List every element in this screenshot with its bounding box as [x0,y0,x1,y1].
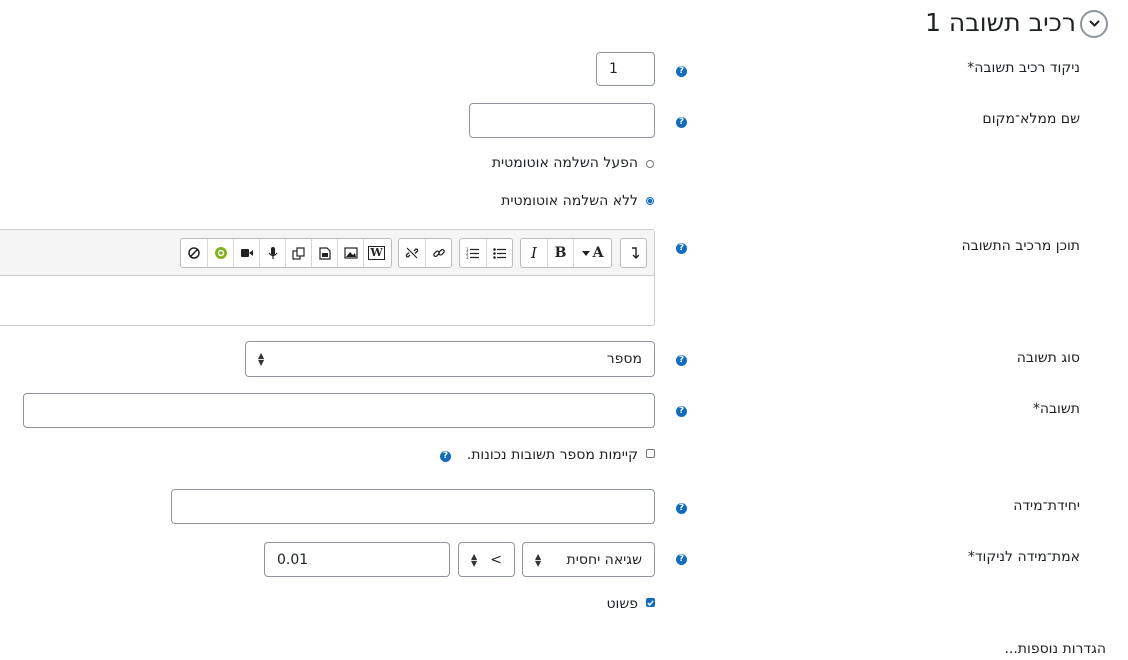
media-button[interactable] [311,239,337,267]
ordered-list-button[interactable]: 123 [460,239,486,267]
simple-checkbox[interactable] [646,598,655,607]
media-icon [318,246,331,260]
autocomplete-off-radio[interactable] [646,197,654,205]
bold-icon: B [554,245,567,261]
svg-text:3: 3 [466,255,469,259]
help-icon[interactable]: ? [440,451,451,462]
image-icon [343,247,358,259]
record-audio-button[interactable] [259,239,285,267]
caret-down-icon [581,250,590,256]
select-arrows-icon: ▲ ▼ [258,351,265,367]
section-title: רכיב תשובה 1 [925,8,1076,37]
answer-type-value: מספר [606,351,642,367]
font-style-button[interactable]: A [573,239,611,267]
record-video-icon [240,249,253,257]
autocomplete-on-label: הפעל השלמה אוטומטית [491,155,638,171]
select-arrows-icon: ▲ ▼ [535,551,542,568]
unlink-icon [405,247,419,259]
comparator-select[interactable]: < ▲ ▼ [458,542,515,577]
word-import-button[interactable]: W [363,239,389,267]
toolbar-group-links [398,238,452,268]
select-arrows-icon: ▲ ▼ [471,551,478,568]
ordered-list-icon: 123 [466,247,479,259]
more-settings-link[interactable]: הגדרות נוספות... [1004,641,1106,657]
error-type-value: שגיאה יחסית [566,551,642,568]
checkmark-icon [647,599,654,606]
font-style-icon: A [592,245,604,261]
placeholder-name-input[interactable] [469,103,655,138]
toolbar-group-lists: 123 [459,238,513,268]
grading-measure-label: אמת־מידה לניקוד* [967,549,1080,565]
tolerance-input[interactable] [264,542,450,577]
h5p-button[interactable] [207,239,233,267]
toolbar-group-format: I B A [520,238,612,268]
help-icon[interactable]: ? [676,243,687,254]
unordered-list-icon [492,248,506,259]
unlink-button[interactable] [399,239,425,267]
content-label: תוכן מרכיב התשובה [961,238,1081,254]
record-video-button[interactable] [233,239,259,267]
error-type-select[interactable]: שגיאה יחסית ▲ ▼ [522,542,655,577]
help-icon[interactable]: ? [676,355,687,366]
help-icon[interactable]: ? [676,66,687,77]
autocomplete-off-label: ללא השלמה אוטומטית [501,193,638,209]
editor-content-area[interactable] [0,276,654,325]
answer-input[interactable] [23,393,655,428]
help-icon[interactable]: ? [676,117,687,128]
chevron-down-icon [1089,20,1099,27]
grade-input[interactable] [596,52,655,86]
link-button[interactable] [425,239,451,267]
simple-label: פשוט [606,596,638,612]
unit-input[interactable] [171,489,655,524]
unit-label: יחידת־מידה [1013,498,1080,514]
bold-button[interactable]: B [547,239,573,267]
answer-type-select[interactable]: מספר ▲ ▼ [245,341,655,377]
image-button[interactable] [337,239,363,267]
italic-button[interactable]: I [521,239,547,267]
placeholder-name-label: שם ממלא־מקום [982,111,1080,127]
word-import-icon: W [368,246,385,260]
record-audio-icon [268,247,277,259]
help-icon[interactable]: ? [676,554,687,565]
italic-icon: I [531,244,537,262]
help-icon[interactable]: ? [676,503,687,514]
autocomplete-on-radio[interactable] [646,160,654,168]
accessibility-checker-button[interactable] [181,239,207,267]
show-more-button[interactable] [621,239,646,267]
rich-text-editor: W 123 I B A [0,229,655,326]
toolbar-group-more [620,238,647,268]
answer-label: תשובה* [1032,401,1080,417]
unordered-list-button[interactable] [486,239,512,267]
show-more-icon [631,247,639,259]
accessibility-checker-icon [188,247,200,259]
editor-toolbar: W 123 I B A [0,230,654,276]
multiple-answers-checkbox[interactable] [646,449,655,458]
grade-label: ניקוד רכיב תשובה* [967,60,1080,76]
multiple-answers-label: קיימות מספר תשובות נכונות. [466,447,638,463]
toolbar-group-media: W [180,238,392,268]
help-icon[interactable]: ? [676,406,687,417]
comparator-value: < [490,551,502,568]
collapse-section-button[interactable] [1080,10,1108,38]
copy-icon [292,246,305,260]
copy-button[interactable] [285,239,311,267]
answer-type-label: סוג תשובה [1016,350,1080,366]
link-icon [432,248,445,258]
h5p-icon [214,247,227,259]
